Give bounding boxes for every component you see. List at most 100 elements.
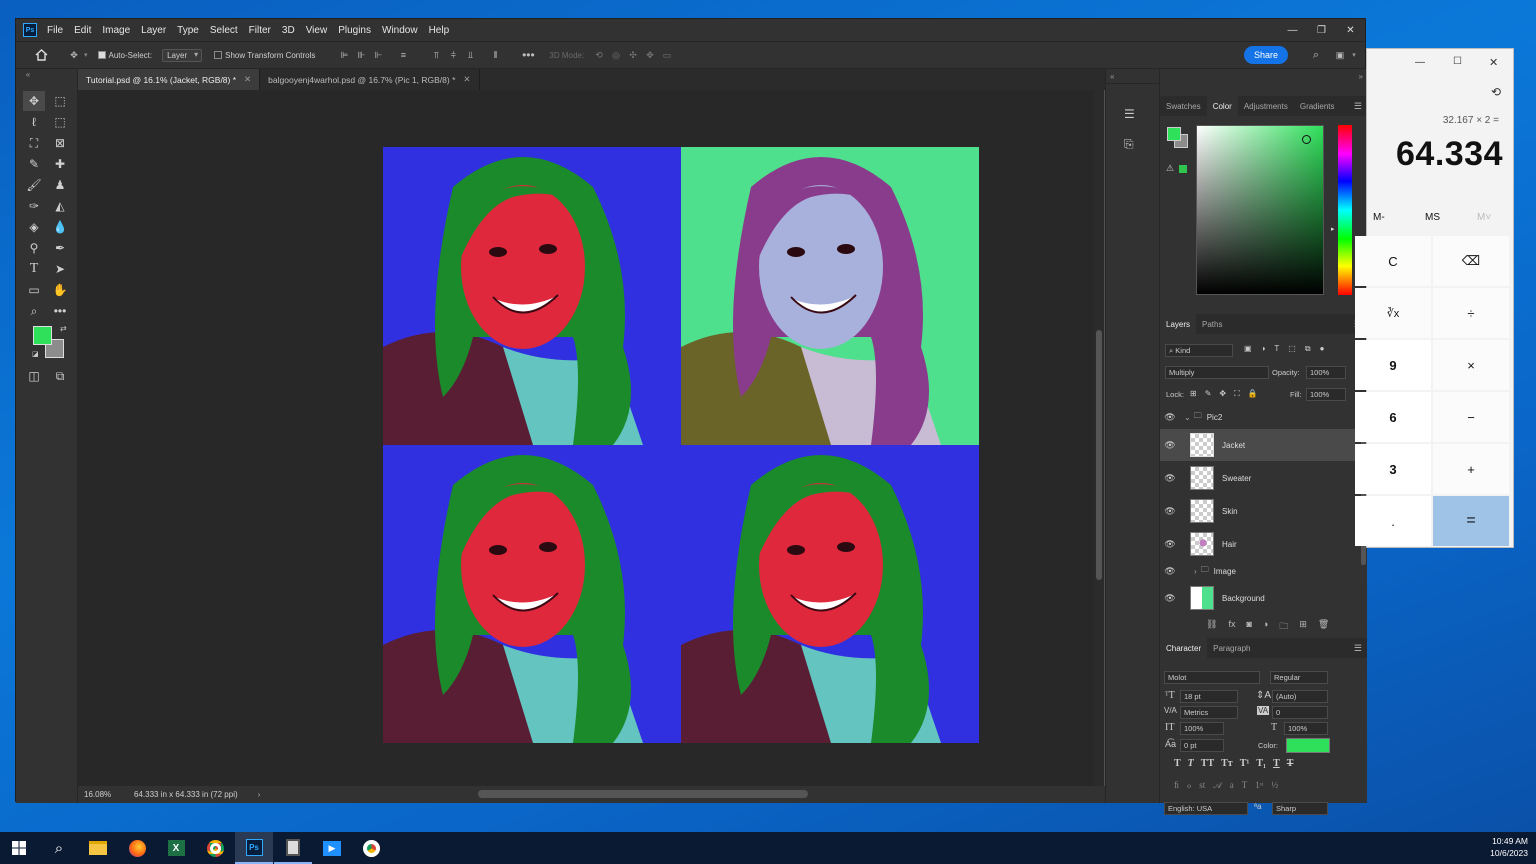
adjustment-filter-icon[interactable]: ◑ <box>1261 344 1266 354</box>
more-options-icon[interactable]: ••• <box>522 48 535 62</box>
minimize-icon[interactable]: — <box>1278 19 1307 41</box>
panel-menu-icon[interactable]: ☰ <box>1354 101 1362 112</box>
history-icon[interactable]: ⟲ <box>1491 85 1501 99</box>
layer-sweater[interactable]: 👁 Sweater <box>1160 462 1355 494</box>
distribute-icon[interactable]: ≡ <box>398 50 408 60</box>
collapse-panels-icon[interactable]: » <box>1359 72 1363 81</box>
backspace-button[interactable]: ⌫ <box>1433 236 1509 286</box>
dodge-tool-icon[interactable]: ⚲ <box>23 238 45 258</box>
brush-tool-icon[interactable]: 🖌 <box>23 175 45 195</box>
document-canvas[interactable] <box>383 147 980 744</box>
vertical-scale-field[interactable]: 100% <box>1180 722 1224 735</box>
close-icon[interactable]: ✕ <box>1489 56 1498 69</box>
font-family-select[interactable]: Molot <box>1164 671 1260 684</box>
faux-italic-icon[interactable]: T <box>1188 758 1194 769</box>
color-picker-marker[interactable] <box>1302 135 1311 144</box>
ligatures-icon[interactable]: ﬁ <box>1174 780 1179 791</box>
menu-image[interactable]: Image <box>102 25 130 36</box>
pan-3d-icon[interactable]: ✣ <box>628 50 638 60</box>
tab-layers[interactable]: Layers <box>1160 314 1197 334</box>
font-size-field[interactable]: 18 pt <box>1180 690 1238 703</box>
visibility-eye-icon[interactable]: 👁 <box>1160 593 1180 604</box>
zoom-level[interactable]: 16.08% <box>84 790 124 799</box>
vertical-scrollbar-thumb[interactable] <box>1096 330 1102 580</box>
tab-paths[interactable]: Paths <box>1196 314 1228 334</box>
type-filter-icon[interactable]: T <box>1274 344 1279 354</box>
text-color-swatch[interactable] <box>1286 738 1330 753</box>
marquee-tool-icon[interactable]: ⬚ <box>49 91 71 111</box>
layer-jacket[interactable]: 👁 Jacket <box>1160 429 1355 461</box>
roll-3d-icon[interactable]: ◎ <box>611 50 621 60</box>
baseline-shift-field[interactable]: 0 pt <box>1180 739 1224 752</box>
media-player-icon[interactable]: ▶ <box>313 832 351 864</box>
chrome-icon[interactable] <box>196 832 234 864</box>
add-mask-icon[interactable]: ◙ <box>1246 619 1251 635</box>
titling-alternates-icon[interactable]: T <box>1242 780 1248 791</box>
frame-tool-icon[interactable]: ⊠ <box>49 133 71 153</box>
paint-bucket-tool-icon[interactable]: ◈ <box>23 217 45 237</box>
orbit-3d-icon[interactable]: ⟲ <box>594 50 604 60</box>
horizontal-scrollbar-thumb[interactable] <box>478 790 808 798</box>
tracking-field[interactable]: 0 <box>1272 706 1328 719</box>
stylistic-alternates-icon[interactable]: a <box>1230 780 1234 791</box>
tab-character[interactable]: Character <box>1160 638 1208 658</box>
tab-gradients[interactable]: Gradients <box>1294 96 1341 116</box>
underline-icon[interactable]: T <box>1273 758 1280 769</box>
menu-type[interactable]: Type <box>177 25 199 36</box>
smart-object-filter-icon[interactable]: ⧉ <box>1305 344 1311 354</box>
subscript-icon[interactable]: T₁ <box>1256 758 1266 769</box>
scale-3d-icon[interactable]: ▭ <box>662 50 672 60</box>
layer-filter-kind-select[interactable]: ⌕ Kind <box>1165 344 1233 357</box>
home-icon[interactable] <box>34 48 48 62</box>
tab-color[interactable]: Color <box>1206 96 1238 116</box>
crop-tool-icon[interactable]: ⛶ <box>23 133 45 153</box>
blend-mode-select[interactable]: Multiply <box>1165 366 1269 379</box>
minimize-icon[interactable]: — <box>1415 57 1425 68</box>
menu-filter[interactable]: Filter <box>249 25 271 36</box>
tab-swatches[interactable]: Swatches <box>1160 96 1207 116</box>
new-group-icon[interactable]: 🗀 <box>1279 619 1288 635</box>
maximize-icon[interactable]: ☐ <box>1453 56 1462 67</box>
color-field[interactable] <box>1196 125 1324 295</box>
gamut-warning-icon[interactable]: ⚠ <box>1166 163 1174 174</box>
file-explorer-icon[interactable] <box>79 832 117 864</box>
hue-slider[interactable] <box>1338 125 1352 295</box>
pixel-filter-icon[interactable]: ▣ <box>1244 344 1252 354</box>
superscript-icon[interactable]: T¹ <box>1240 758 1250 769</box>
multiply-button[interactable]: × <box>1433 340 1509 390</box>
menu-plugins[interactable]: Plugins <box>338 25 371 36</box>
align-bottom-icon[interactable]: ⫫ <box>465 50 475 60</box>
digit-3-button[interactable]: 3 <box>1355 444 1431 494</box>
contextual-alternates-icon[interactable]: ℴ <box>1187 780 1191 791</box>
menu-select[interactable]: Select <box>210 25 238 36</box>
blur-tool-icon[interactable]: 💧 <box>49 217 71 237</box>
chevron-down-icon[interactable]: ⌄ <box>1184 413 1191 422</box>
align-center-icon[interactable]: ⊪ <box>356 50 366 60</box>
default-colors-icon[interactable]: ◪ <box>32 350 39 358</box>
close-tab-icon[interactable]: ✕ <box>463 74 470 85</box>
move-tool-icon[interactable]: ✥ <box>66 50 82 60</box>
opacity-field[interactable]: 100% <box>1306 366 1346 379</box>
layer-group-image[interactable]: 👁 › 🗀 Image <box>1160 559 1355 583</box>
filter-toggle-icon[interactable]: ● <box>1320 344 1325 354</box>
decimal-button[interactable]: . <box>1355 496 1431 546</box>
distribute-vertical-icon[interactable]: ⦀ <box>490 50 500 60</box>
antialias-select[interactable]: Sharp <box>1272 802 1328 815</box>
clear-button[interactable]: C <box>1355 236 1431 286</box>
rectangle-tool-icon[interactable]: ▭ <box>23 280 45 300</box>
visibility-eye-icon[interactable]: 👁 <box>1160 440 1180 451</box>
close-tab-icon[interactable]: ✕ <box>244 74 251 85</box>
auto-select-target-select[interactable]: Layer <box>162 48 203 62</box>
memory-store-button[interactable]: MS <box>1425 212 1440 223</box>
memory-subtract-button[interactable]: M- <box>1373 212 1385 223</box>
chrome-icon-2[interactable] <box>352 832 390 864</box>
horizontal-scale-field[interactable]: 100% <box>1284 722 1328 735</box>
maximize-icon[interactable]: ❐ <box>1307 19 1336 41</box>
search-icon[interactable]: ⌕ <box>40 832 78 864</box>
canvas-area[interactable] <box>78 90 1104 787</box>
menu-layer[interactable]: Layer <box>141 25 166 36</box>
tab-tutorial[interactable]: Tutorial.psd @ 16.1% (Jacket, RGB/8) * ✕ <box>78 69 261 90</box>
healing-brush-tool-icon[interactable]: ✚ <box>49 154 71 174</box>
subtract-button[interactable]: − <box>1433 392 1509 442</box>
align-left-icon[interactable]: ⊫ <box>339 50 349 60</box>
